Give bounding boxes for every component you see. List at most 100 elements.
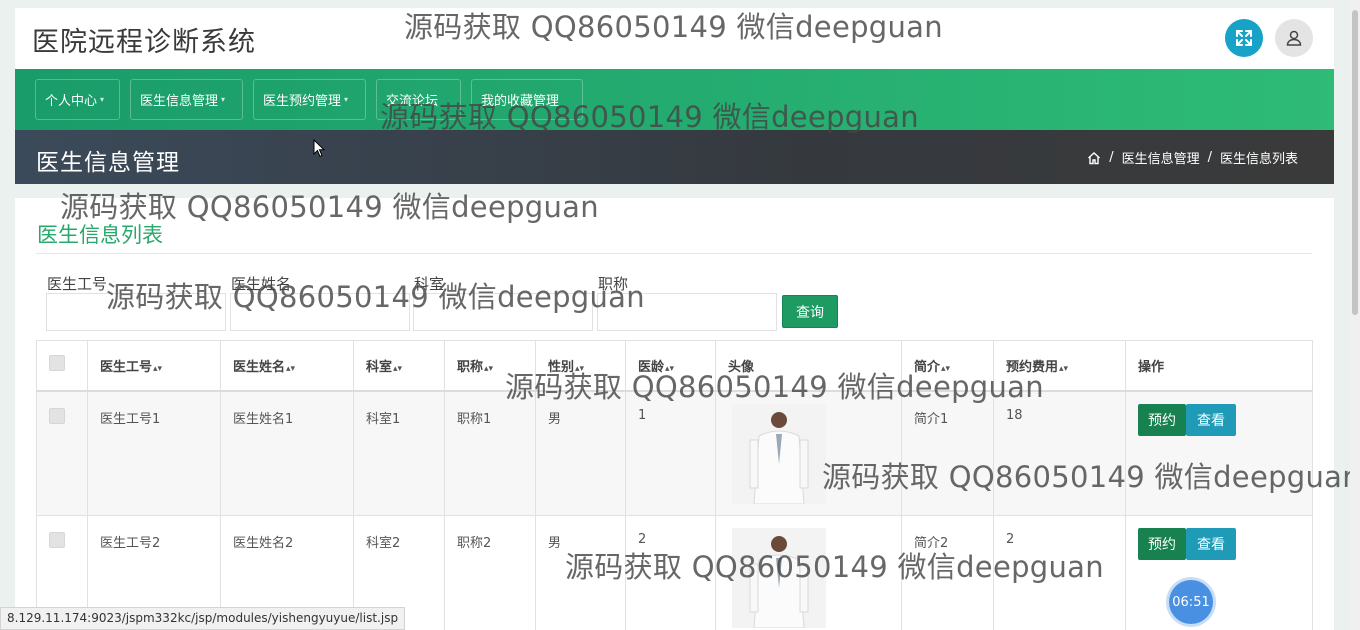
list-panel: 医生信息列表 医生工号 医生姓名 科室 职称 查询 医生工号▴▾ 医生姓名▴▾ … [15,198,1334,630]
sort-icon: ▴▾ [484,363,494,374]
select-all-checkbox[interactable] [49,355,65,372]
cell-job-title: 职称2 [444,515,536,630]
col-department[interactable]: 科室▴▾ [353,340,445,392]
col-job-title[interactable]: 职称▴▾ [444,340,536,392]
col-label: 操作 [1138,359,1165,375]
fullscreen-button[interactable] [1225,19,1263,57]
doctor-avatar-image[interactable] [732,403,826,504]
department-label: 科室 [414,275,445,293]
panel-title: 医生信息列表 [37,223,163,247]
top-header: 医院远程诊断系统 [15,8,1334,69]
col-label: 医生姓名 [233,359,286,375]
select-all-cell [36,340,88,392]
doctor-avatar-image[interactable] [732,528,826,628]
row-checkbox[interactable] [49,532,65,548]
col-intro[interactable]: 简介▴▾ [901,340,994,392]
cell-intro: 简介1 [901,390,994,516]
sort-icon: ▴▾ [286,363,296,374]
col-fee[interactable]: 预约费用▴▾ [993,340,1126,392]
col-label: 医生工号 [100,359,153,375]
row-checkbox[interactable] [49,407,65,424]
col-label: 性别 [548,359,575,375]
sort-icon: ▴▾ [393,363,403,374]
app-title: 医院远程诊断系统 [32,27,256,58]
cell-actions: 预约 查看 [1125,515,1313,630]
view-button[interactable]: 查看 [1186,403,1236,436]
job-title-input[interactable] [597,293,777,331]
doctor-id-input[interactable] [46,293,226,331]
page-banner: 医生信息管理 / 医生信息管理 / 医生信息列表 [15,130,1334,184]
sort-icon: ▴▾ [665,363,675,374]
sort-icon: ▴▾ [941,363,951,374]
col-label: 简介 [914,359,941,375]
query-button[interactable]: 查询 [782,295,838,328]
cell-doctor-id: 医生工号1 [87,390,221,516]
col-label: 预约费用 [1006,359,1059,375]
nav-label: 交流论坛 [386,94,439,109]
doctor-id-label: 医生工号 [47,275,108,293]
breadcrumb-item[interactable]: 医生信息管理 [1122,148,1200,167]
row-select-cell [36,390,88,516]
caret-down-icon: ▾ [100,95,105,104]
scrollbar-thumb[interactable] [1352,10,1358,315]
sort-icon: ▴▾ [153,363,163,374]
cell-gender: 男 [535,390,626,516]
main-nav: 个人中心 ▾ 医生信息管理 ▾ 医生预约管理 ▾ 交流论坛 我的收藏管理 [15,69,1334,130]
cell-department: 科室1 [353,390,445,516]
cell-intro: 简介2 [901,515,994,630]
nav-label: 医生信息管理 [140,94,219,109]
nav-doctor-info[interactable]: 医生信息管理 ▾ [130,79,243,120]
sort-icon: ▴▾ [575,363,585,374]
caret-down-icon: ▾ [221,95,226,104]
cell-years: 1 [625,390,716,516]
home-icon[interactable] [1087,151,1101,165]
nav-label: 我的收藏管理 [481,94,560,109]
col-label: 职称 [457,359,484,375]
nav-my-favorites[interactable]: 我的收藏管理 [471,79,583,120]
browser-status-url: 8.129.11.174:9023/jspm332kc/jsp/modules/… [0,607,406,630]
table-row: 医生工号1 医生姓名1 科室1 职称1 男 1 简介1 18 预约 查看 [36,390,1313,516]
nav-label: 个人中心 [45,94,98,109]
cell-gender: 男 [535,515,626,630]
col-doctor-id[interactable]: 医生工号▴▾ [87,340,221,392]
page-scrollbar[interactable] [1350,0,1360,630]
cell-job-title: 职称1 [444,390,536,516]
fullscreen-icon [1236,30,1252,46]
nav-personal-center[interactable]: 个人中心 ▾ [35,79,120,120]
col-gender[interactable]: 性别▴▾ [535,340,626,392]
book-button[interactable]: 预约 [1138,528,1186,560]
col-doctor-name[interactable]: 医生姓名▴▾ [220,340,354,392]
cell-avatar [715,390,902,516]
nav-doctor-booking[interactable]: 医生预约管理 ▾ [253,79,366,120]
book-button[interactable]: 预约 [1138,403,1186,436]
job-title-label: 职称 [598,275,629,293]
cell-fee: 2 [993,515,1126,630]
user-button[interactable] [1275,19,1313,57]
view-button[interactable]: 查看 [1186,528,1236,560]
cell-years: 2 [625,515,716,630]
department-input[interactable] [413,293,593,331]
page-title: 医生信息管理 [36,150,180,176]
col-years[interactable]: 医龄▴▾ [625,340,716,392]
cell-fee: 18 [993,390,1126,516]
cell-avatar [715,515,902,630]
col-label: 科室 [366,359,393,375]
nav-forum[interactable]: 交流论坛 [376,79,461,120]
cell-doctor-name: 医生姓名1 [220,390,354,516]
doctor-table: 医生工号▴▾ 医生姓名▴▾ 科室▴▾ 职称▴▾ 性别▴▾ 医龄▴▾ 头像 简介▴… [36,340,1313,630]
timer-badge[interactable]: 06:51 [1169,580,1213,624]
doctor-name-label: 医生姓名 [231,275,292,293]
col-avatar: 头像 [715,340,902,392]
breadcrumb: / 医生信息管理 / 医生信息列表 [1087,148,1298,167]
nav-label: 医生预约管理 [263,94,342,109]
doctor-name-input[interactable] [230,293,410,331]
sort-icon: ▴▾ [1059,363,1069,374]
mouse-cursor-icon [313,139,325,158]
col-label: 头像 [728,359,755,375]
user-icon [1286,30,1302,46]
divider [36,253,1312,254]
col-label: 医龄 [638,359,665,375]
breadcrumb-separator: / [1109,150,1114,165]
cell-actions: 预约 查看 [1125,390,1313,516]
breadcrumb-item-current: 医生信息列表 [1219,152,1298,167]
